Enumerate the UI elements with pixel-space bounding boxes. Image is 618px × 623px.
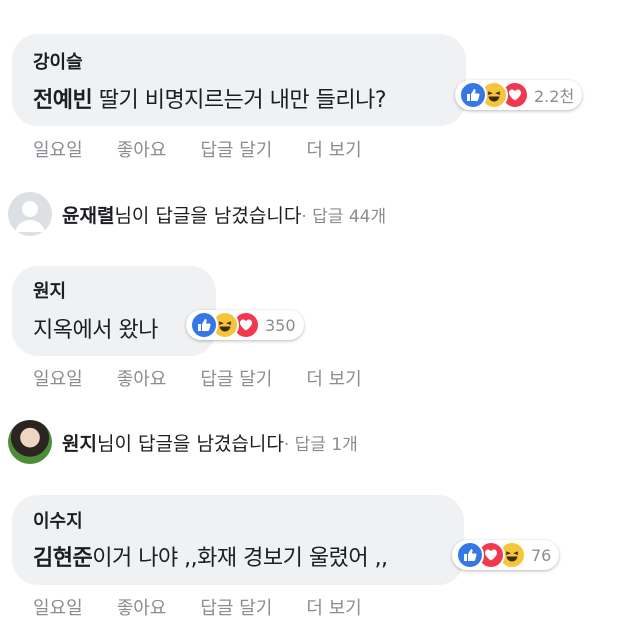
like-reaction-icon <box>459 81 487 109</box>
reply-button[interactable]: 답글 달기 <box>200 594 272 620</box>
comment-text: 지옥에서 왔나 <box>33 312 158 344</box>
reply-count: · 답글 1개 <box>283 434 358 455</box>
like-button[interactable]: 좋아요 <box>117 594 167 620</box>
reply-label: 님이 답글을 남겼습니다 <box>114 204 302 227</box>
replies-link[interactable]: 윤재렬님이 답글을 남겼습니다 · 답글 44개 <box>8 192 386 236</box>
tagged-user[interactable]: 전예빈 <box>33 88 93 113</box>
like-button[interactable]: 좋아요 <box>117 365 167 391</box>
reaction-count: 76 <box>531 545 552 565</box>
reaction-summary[interactable]: 350 <box>186 310 304 340</box>
more-button[interactable]: 더 보기 <box>306 365 361 391</box>
reaction-summary[interactable]: 76 <box>452 540 560 570</box>
reaction-summary[interactable]: 2.2천 <box>455 80 583 110</box>
like-reaction-icon <box>456 541 484 569</box>
default-avatar-icon <box>15 201 45 232</box>
tagged-user[interactable]: 김현준 <box>33 546 93 571</box>
timestamp[interactable]: 일요일 <box>33 594 83 620</box>
comment-body: 딸기 비명지르는거 내만 들리나? <box>92 88 387 113</box>
comment-text: 김현준이거 나야 ,,화재 경보기 울렸어 ,, <box>33 540 388 572</box>
reply-count: · 답글 44개 <box>301 206 387 227</box>
reply-label: 님이 답글을 남겼습니다 <box>96 432 284 455</box>
replies-link[interactable]: 원지님이 답글을 남겼습니다 · 답글 1개 <box>8 420 358 464</box>
timestamp[interactable]: 일요일 <box>33 136 83 162</box>
avatar <box>8 192 52 236</box>
comment-author[interactable]: 이수지 <box>33 507 83 533</box>
reply-button[interactable]: 답글 달기 <box>200 365 272 391</box>
avatar <box>8 420 52 464</box>
comment-author[interactable]: 강이슬 <box>33 48 83 74</box>
reaction-count: 2.2천 <box>534 87 575 106</box>
reply-author[interactable]: 원지 <box>62 433 97 455</box>
comment-actions: 일요일 좋아요 답글 달기 더 보기 <box>33 136 396 162</box>
comment-text: 전예빈 딸기 비명지르는거 내만 들리나? <box>33 82 387 114</box>
comment-actions: 일요일 좋아요 답글 달기 더 보기 <box>33 365 396 391</box>
comment-body: 지옥에서 왔나 <box>33 318 158 343</box>
reaction-count: 350 <box>265 315 296 335</box>
more-button[interactable]: 더 보기 <box>306 136 361 162</box>
more-button[interactable]: 더 보기 <box>306 594 361 620</box>
comment-author[interactable]: 원지 <box>33 277 66 303</box>
reply-button[interactable]: 답글 달기 <box>200 136 272 162</box>
reply-author[interactable]: 윤재렬 <box>62 205 114 227</box>
comment-actions: 일요일 좋아요 답글 달기 더 보기 <box>33 594 396 620</box>
like-button[interactable]: 좋아요 <box>117 136 167 162</box>
comment-body: 이거 나야 ,,화재 경보기 울렸어 ,, <box>92 546 388 571</box>
like-reaction-icon <box>190 311 218 339</box>
timestamp[interactable]: 일요일 <box>33 365 83 391</box>
